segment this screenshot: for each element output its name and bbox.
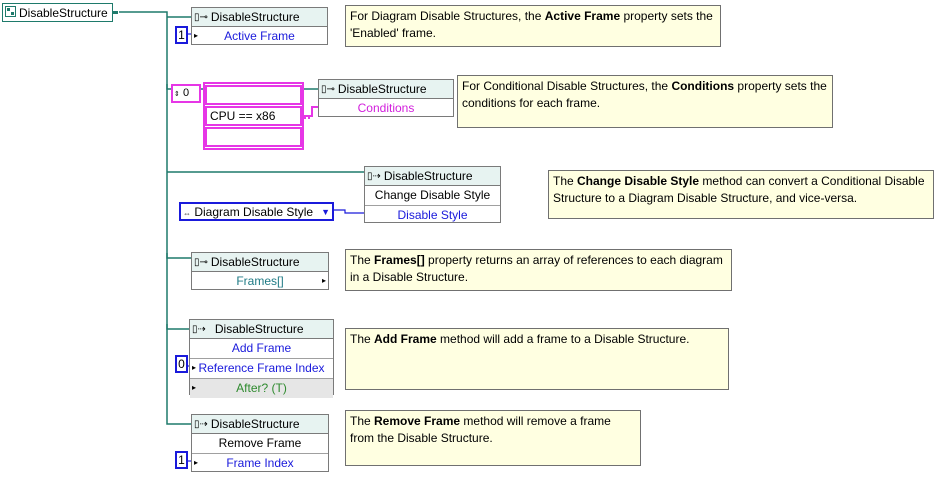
ref-control-label: DisableStructure — [19, 5, 108, 20]
add-frame-index-constant[interactable]: 0 — [175, 355, 188, 373]
comment-active-frame: For Diagram Disable Structures, the Acti… — [345, 5, 721, 47]
property-active-frame[interactable]: ▸ Active Frame — [192, 27, 327, 46]
property-conditions[interactable]: Conditions — [319, 99, 453, 118]
input-arrow-icon: ▸ — [194, 31, 199, 40]
structure-ref-icon — [5, 5, 16, 20]
input-arrow-icon: ▸ — [192, 383, 197, 392]
input-arrow-icon: ▸ — [194, 458, 199, 467]
ref-wire-6 — [166, 420, 192, 425]
conditions-string-cell[interactable]: CPU == x86 — [205, 106, 302, 126]
node-header-label: DisableStructure — [214, 322, 304, 336]
index-stepper-icon: ⇕ — [174, 91, 180, 98]
disable-structure-ref-control[interactable]: DisableStructure — [2, 3, 118, 22]
node-header-label: DisableStructure — [210, 10, 300, 24]
node-header-label: DisableStructure — [337, 82, 427, 96]
param-after[interactable]: ▸ After? (T) — [190, 379, 333, 398]
ref-terminal — [112, 11, 118, 14]
node-header-label: DisableStructure — [210, 417, 300, 431]
invoke-node-icon: ▯⇢ — [367, 170, 381, 182]
comment-add-frame: The Add Frame method will add a frame to… — [345, 328, 729, 390]
param-disable-style[interactable]: Disable Style — [365, 206, 500, 225]
invoke-node-remove-frame[interactable]: ▯⇢ DisableStructure Remove Frame ▸ Frame… — [191, 414, 329, 472]
param-reference-frame-index[interactable]: ▸ Reference Frame Index — [190, 359, 333, 379]
node-header-label: DisableStructure — [210, 255, 300, 269]
enum-wire — [334, 209, 366, 214]
comment-remove-frame: The Remove Frame method will remove a fr… — [345, 410, 641, 466]
output-arrow-icon: ▸ — [321, 276, 326, 285]
invoke-node-icon: ▯⇢ — [194, 418, 208, 430]
enum-stepper-icon: ⇔ — [183, 209, 191, 218]
property-node-active-frame[interactable]: ▯⊸ DisableStructure ▸ Active Frame — [191, 7, 328, 45]
property-frames[interactable]: Frames[] ▸ — [192, 272, 328, 291]
method-add-frame[interactable]: Add Frame — [190, 339, 333, 359]
comment-change-disable-style: The Change Disable Style method can conv… — [548, 170, 934, 219]
active-frame-constant[interactable]: 1 — [175, 26, 188, 44]
invoke-node-change-disable-style[interactable]: ▯⇢ DisableStructure Change Disable Style… — [364, 166, 501, 223]
disable-style-enum-constant[interactable]: ⇔ Diagram Disable Style ▼ — [179, 202, 334, 221]
chevron-down-icon[interactable]: ▼ — [321, 204, 330, 220]
conditions-string-cell[interactable] — [205, 85, 302, 105]
property-node-conditions[interactable]: ▯⊸ DisableStructure Conditions — [318, 79, 454, 117]
remove-frame-index-constant[interactable]: 1 — [175, 451, 188, 469]
property-node-icon: ▯⊸ — [194, 256, 208, 268]
property-node-frames[interactable]: ▯⊸ DisableStructure Frames[] ▸ — [191, 252, 329, 290]
ref-wire-5 — [166, 324, 190, 330]
ref-wire-4 — [166, 253, 192, 259]
invoke-node-icon: ▯⇢ — [192, 323, 206, 335]
param-frame-index[interactable]: ▸ Frame Index — [192, 454, 328, 473]
method-remove-frame[interactable]: Remove Frame — [192, 434, 328, 454]
input-arrow-icon: ▸ — [192, 363, 197, 372]
invoke-node-add-frame[interactable]: ▯⇢ DisableStructure Add Frame ▸ Referenc… — [189, 319, 334, 398]
method-change-disable-style[interactable]: Change Disable Style — [365, 186, 500, 206]
conditions-string-cell[interactable] — [205, 127, 302, 147]
property-node-icon: ▯⊸ — [194, 11, 208, 23]
property-node-icon: ▯⊸ — [321, 83, 335, 95]
node-header-label: DisableStructure — [383, 169, 473, 183]
comment-frames: The Frames[] property returns an array o… — [345, 249, 732, 291]
ref-wire-trunk — [119, 11, 168, 420]
comment-conditions: For Conditional Disable Structures, the … — [457, 75, 833, 128]
conditions-array-index[interactable]: ⇕ 0 — [171, 84, 201, 103]
string-wire — [304, 106, 319, 117]
